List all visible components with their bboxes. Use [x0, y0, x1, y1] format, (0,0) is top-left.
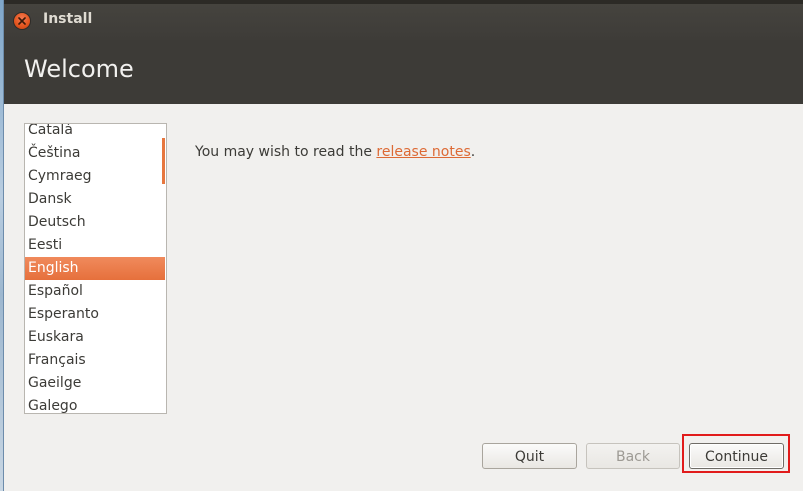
release-notes-message: You may wish to read the release notes.	[195, 144, 475, 160]
back-button[interactable]: Back	[586, 443, 680, 469]
language-item[interactable]: Euskara	[25, 326, 165, 349]
language-item[interactable]: Galego	[25, 395, 165, 413]
language-item[interactable]: Gaeilge	[25, 372, 165, 395]
close-button[interactable]	[14, 13, 30, 29]
language-item[interactable]: Dansk	[25, 188, 165, 211]
release-notes-link[interactable]: release notes	[376, 144, 470, 160]
window-title: Install	[43, 11, 93, 27]
language-item[interactable]: Deutsch	[25, 211, 165, 234]
page-title: Welcome	[24, 55, 134, 83]
language-item[interactable]: Español	[25, 280, 165, 303]
quit-button[interactable]: Quit	[482, 443, 577, 469]
language-item[interactable]: Cymraeg	[25, 165, 165, 188]
title-bar[interactable]: Install	[4, 0, 803, 40]
installer-window: Install Welcome Català Čeština Cymraeg Dans…	[4, 0, 803, 491]
release-notes-prefix: You may wish to read the	[195, 144, 377, 160]
language-item[interactable]: Čeština	[25, 142, 165, 165]
language-items: Català Čeština Cymraeg Dansk Deutsch Eesti Eng…	[25, 124, 165, 413]
language-list[interactable]: Català Čeština Cymraeg Dansk Deutsch Eesti Eng…	[24, 123, 167, 414]
desktop: Install Welcome Català Čeština Cymraeg Dans…	[0, 0, 803, 491]
language-item[interactable]: Eesti	[25, 234, 165, 257]
language-item[interactable]: English	[25, 257, 165, 280]
language-item[interactable]: Français	[25, 349, 165, 372]
language-item[interactable]: Esperanto	[25, 303, 165, 326]
release-notes-suffix: .	[470, 144, 476, 160]
scroll-indicator[interactable]	[162, 138, 165, 184]
page-header: Welcome	[4, 40, 803, 104]
title-bar-edge	[4, 0, 803, 4]
continue-highlight	[682, 434, 790, 473]
close-icon	[18, 17, 26, 25]
language-item[interactable]: Català	[25, 124, 165, 142]
